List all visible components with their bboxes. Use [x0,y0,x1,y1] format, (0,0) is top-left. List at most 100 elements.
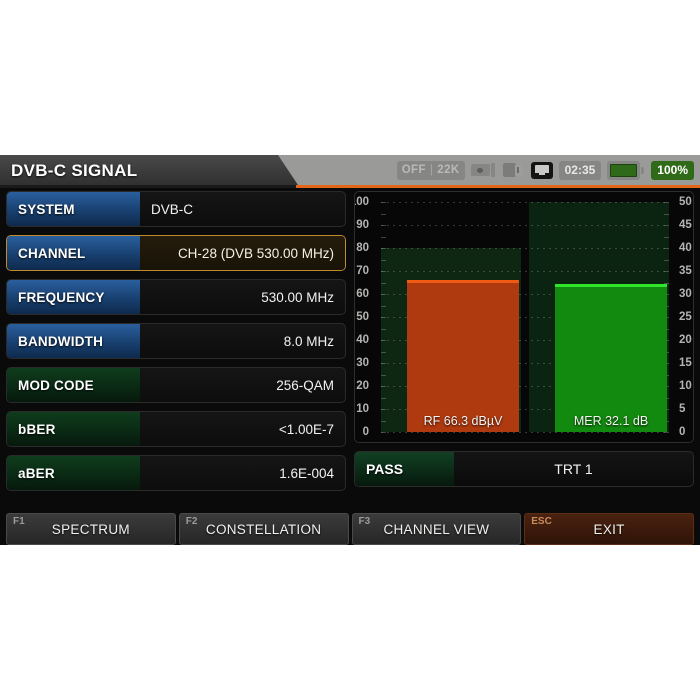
chart-minor-tick [381,282,386,284]
mode-22k-label: 22K [437,164,460,176]
measurement-label: SYSTEM [7,192,140,226]
usb-icon [502,161,525,180]
right-axis-tick-label: 50 [679,196,692,208]
right-axis-tick-label: 0 [679,426,686,438]
measurement-label: FREQUENCY [7,280,140,314]
chart-bar-cap [407,279,519,283]
chart-minor-tick [381,351,386,353]
chart-minor-tick [381,225,386,226]
stream-name-label: TRT 1 [554,461,593,477]
function-key-f1[interactable]: F1 SPECTRUM [6,513,176,545]
function-key-label: CHANNEL VIEW [383,521,490,537]
measurement-value: <1.00E-7 [278,421,334,437]
chart-minor-tick [381,386,386,387]
function-key-tag: ESC [531,516,552,527]
left-axis-tick-label: 0 [362,426,369,438]
chart-bar-mer: MER 32.1 dB [555,284,667,432]
measurement-row[interactable]: FREQUENCY 530.00 MHz [6,279,346,315]
content-area: SYSTEM DVB-C CHANNEL CH-28 (DVB 530.00 MHz)… [0,191,700,509]
measurement-row[interactable]: MOD CODE 256-QAM [6,367,346,403]
measurement-label: MOD CODE [7,368,140,402]
chart-minor-tick [381,432,386,433]
chart-column: 0 0 10 5 20 10 30 15 40 20 50 25 60 30 70 35 80 40 90 45 100… [354,191,694,487]
chart-gridline [381,271,667,272]
function-key-f3[interactable]: F3 CHANNEL VIEW [351,513,522,545]
chart-bar-rf: RF 66.3 dBµV [407,279,519,432]
chart-minor-tick [381,420,386,422]
left-axis-tick-label: 20 [356,380,369,392]
battery-percent-label: 100% [651,160,694,180]
title-bar: DVB-C SIGNAL OFF | 22K 02:35 100% [0,155,700,188]
chart-minor-tick [664,271,669,272]
chart-minor-tick [381,202,386,203]
function-key-f2[interactable]: F2 CONSTELLATION [178,513,349,545]
chart-plot-area: 0 0 10 5 20 10 30 15 40 20 50 25 60 30 70 35 80 40 90 45 100… [355,196,692,438]
chart-minor-tick [381,213,386,215]
status-badge: PASS [355,452,454,486]
right-axis-tick-label: 20 [679,334,692,346]
left-axis-tick-label: 40 [356,334,369,346]
left-axis-tick-label: 100 [355,196,369,208]
chart-minor-tick [381,236,386,238]
chart-gridline [381,432,667,433]
measurement-value: 1.6E-004 [279,465,334,481]
chart-minor-tick [381,340,386,341]
lan-icon [530,161,553,180]
measurement-value: 8.0 MHz [283,333,334,349]
chart-minor-tick [664,225,669,226]
measurement-label: aBER [7,456,140,490]
chart-minor-tick [381,363,386,364]
right-axis-tick-label: 25 [679,311,692,323]
right-axis-tick-label: 15 [679,357,692,369]
chart-minor-tick [664,236,669,238]
left-axis-tick-label: 50 [356,311,369,323]
measurement-label: bBER [7,412,140,446]
chart-minor-tick [381,259,386,261]
camera-icon [470,161,497,180]
right-axis-tick-label: 30 [679,288,692,300]
measurement-row[interactable]: CHANNEL CH-28 (DVB 530.00 MHz) [6,235,346,271]
measurement-row[interactable]: BANDWIDTH 8.0 MHz [6,323,346,359]
measurement-row[interactable]: bBER <1.00E-7 [6,411,346,447]
measurement-value: 530.00 MHz [261,289,334,305]
function-key-label: EXIT [593,521,625,537]
chart-minor-tick [664,202,669,203]
measurement-value: DVB-C [151,201,194,217]
clock-label: 02:35 [558,160,602,180]
measurement-label: CHANNEL [7,236,140,270]
signal-bar-chart: 0 0 10 5 20 10 30 15 40 20 50 25 60 30 70 35 80 40 90 45 100… [354,191,694,443]
function-key-label: CONSTELLATION [205,521,322,537]
chart-minor-tick [381,397,386,399]
chart-bar-cap [555,284,667,288]
chart-minor-tick [664,259,669,261]
chart-minor-tick [381,317,386,318]
right-axis-tick-label: 35 [679,265,692,277]
left-axis-tick-label: 60 [356,288,369,300]
chart-minor-tick [381,374,386,376]
right-axis-tick-label: 45 [679,219,692,231]
function-key-bar: F1 SPECTRUM F2 CONSTELLATION F3 CHANNEL VIEW E… [0,513,700,545]
chart-minor-tick [381,409,386,410]
measurement-row[interactable]: aBER 1.6E-004 [6,455,346,491]
chart-minor-tick [664,432,669,433]
measurement-value: 256-QAM [276,377,334,393]
measurement-value: CH-28 (DVB 530.00 MHz) [140,236,345,270]
chart-minor-tick [664,248,669,249]
mode-off-label: OFF [401,164,426,176]
measurement-row[interactable]: SYSTEM DVB-C [6,191,346,227]
battery-icon [607,160,645,180]
function-key-tag: F2 [185,516,198,527]
function-key-tag: F3 [358,516,371,527]
chart-bar-label: RF 66.3 dBµV [423,413,503,428]
chart-gridline [381,202,667,203]
chart-gridline [381,225,667,226]
function-key-tag: F1 [13,516,25,527]
page-title: DVB-C SIGNAL [11,161,138,180]
function-key-label: SPECTRUM [51,521,130,537]
chart-minor-tick [381,271,386,272]
status-bar: OFF | 22K 02:35 100% [396,155,694,185]
function-key-esc[interactable]: ESC EXIT [524,513,694,545]
chart-bar-label: MER 32.1 dB [573,413,649,428]
chart-minor-tick [381,294,386,295]
mode-separator: | [429,164,434,176]
